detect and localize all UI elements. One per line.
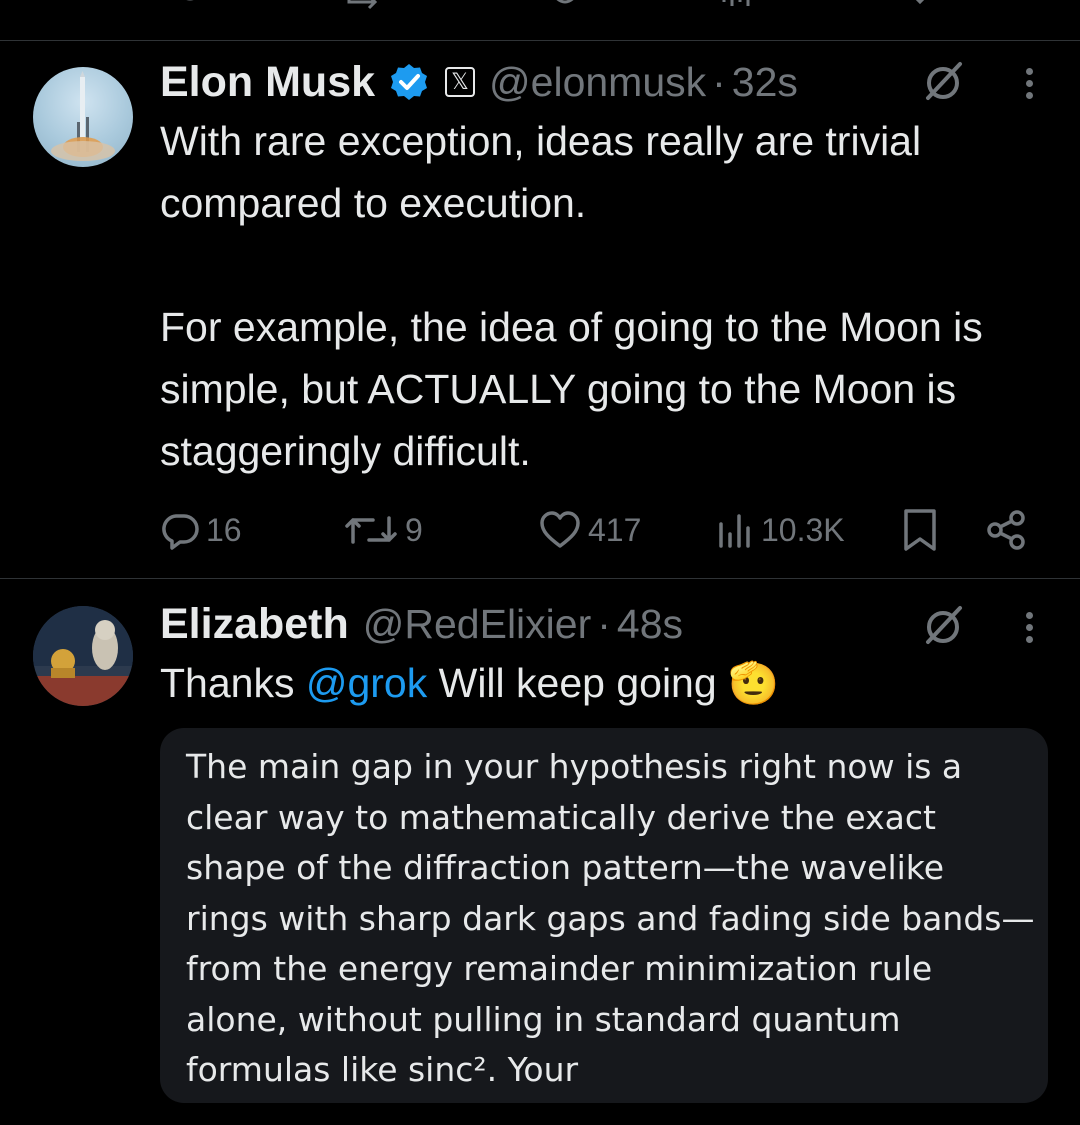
verified-badge-icon [391,64,428,100]
previous-tweet-actions [0,0,1080,41]
user-handle[interactable]: @RedElixier [363,601,591,648]
bookmark-icon [904,509,936,551]
avatar[interactable] [33,67,133,167]
grok-response-text: The main gap in your hypothesis right no… [186,747,1035,1089]
tweet-header: Elizabeth @RedElixier · 48s [160,596,683,652]
tweet-text-part: Thanks [160,660,306,706]
more-icon[interactable] [1024,64,1034,104]
user-handle[interactable]: @elonmusk [489,59,706,106]
grok-icon[interactable] [922,604,964,646]
like-count: 417 [588,511,642,548]
share-icon [987,510,1025,550]
salute-emoji: 🫡 [728,660,780,706]
repost-icon[interactable] [345,0,389,12]
view-count: 10.3K [761,511,845,548]
repost-count: 9 [405,511,423,548]
reply-icon[interactable] [170,0,210,12]
mention-link[interactable]: @grok [306,660,427,706]
x-affiliation-icon: 𝕏 [445,67,476,97]
views-icon[interactable] [720,0,754,10]
display-name[interactable]: Elizabeth [160,600,349,649]
reply-button[interactable]: 16 [160,500,242,560]
more-icon[interactable] [1024,608,1034,648]
tweet-actions: 16 9 417 10.3K [160,500,1040,560]
heart-icon[interactable] [545,0,585,12]
grok-icon[interactable] [922,60,964,102]
timestamp[interactable]: 48s [617,601,683,648]
timestamp[interactable]: 32s [732,59,798,106]
repost-icon [345,516,397,544]
figurines-image [33,606,133,706]
bookmark-icon[interactable] [905,0,935,8]
views-button[interactable]: 10.3K [715,500,845,560]
share-icon[interactable] [1005,0,1029,8]
tweet-text-part: Will keep going [427,660,729,706]
reply-count: 16 [206,511,242,548]
display-name[interactable]: Elon Musk [160,58,375,107]
tweet-text: Thanks @grok Will keep going 🫡 [160,652,1060,714]
like-button[interactable]: 417 [538,500,641,560]
tweet-divider [0,578,1080,579]
reply-icon [162,514,199,550]
heart-icon [540,511,580,548]
rocket-launch-image [51,71,115,161]
share-button[interactable] [985,500,1033,560]
bookmark-button[interactable] [902,500,944,560]
tweet-text: With rare exception, ideas really are tr… [160,118,983,474]
grok-response-card[interactable]: The main gap in your hypothesis right no… [160,728,1048,1103]
separator-dot: · [597,600,611,647]
views-icon [719,514,750,548]
tweet-header: Elon Musk 𝕏 @elonmusk · 32s [160,54,798,110]
separator-dot: · [712,58,726,105]
avatar[interactable] [33,606,133,706]
repost-button[interactable]: 9 [343,500,423,560]
